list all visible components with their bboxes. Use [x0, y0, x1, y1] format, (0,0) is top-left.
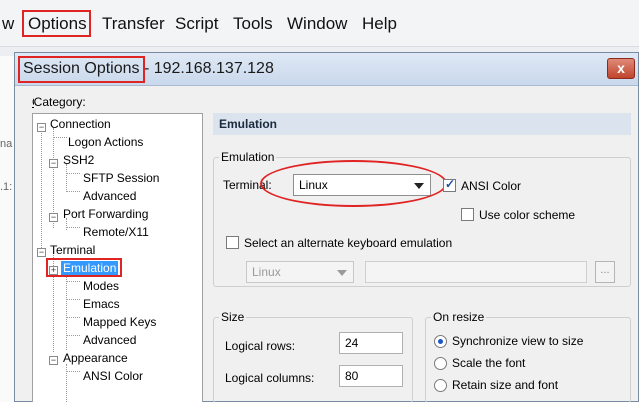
annotation-emulation-highlight	[46, 258, 122, 277]
menu-item-fragment[interactable]: w	[2, 14, 14, 34]
tree-item-appearance[interactable]: Appearance	[63, 351, 128, 365]
session-options-dialog: Session Options - 192.168.137.128 x CCat…	[14, 52, 639, 402]
menu-item-help[interactable]: Help	[362, 14, 397, 34]
close-button[interactable]: x	[607, 58, 635, 79]
annotation-terminal-ellipse	[260, 160, 447, 207]
close-icon: x	[617, 60, 625, 76]
tree-expander-ssh2[interactable]: −	[49, 159, 58, 168]
tree-expander-terminal[interactable]: −	[37, 248, 46, 257]
resize-option-retain-label: Retain size and font	[452, 378, 559, 392]
menu-item-transfer[interactable]: Transfer	[102, 14, 165, 34]
tree-item-logon-actions[interactable]: Logon Actions	[68, 135, 143, 149]
tree-item-advanced-ssh2[interactable]: Advanced	[83, 189, 136, 203]
resize-option-scale-font-radio[interactable]	[434, 357, 447, 370]
logical-rows-label: Logical rows:	[225, 339, 296, 353]
tree-expander-connection[interactable]: −	[37, 123, 46, 132]
alternate-keyboard-select[interactable]: Linux	[246, 261, 354, 283]
use-color-scheme-label: Use color scheme	[479, 208, 576, 222]
tree-item-remote-x11[interactable]: Remote/X11	[83, 225, 149, 239]
tree-expander-appearance[interactable]: −	[49, 356, 58, 365]
checkmark-icon: ✓	[445, 177, 456, 191]
menu-item-tools[interactable]: Tools	[233, 14, 273, 34]
tree-item-emacs[interactable]: Emacs	[83, 297, 120, 311]
browse-button[interactable]: ...	[595, 261, 615, 283]
use-color-scheme-checkbox[interactable]	[461, 208, 474, 221]
tree-expander-port-forwarding[interactable]: −	[49, 213, 58, 222]
resize-option-synchronize-label: Synchronize view to size	[452, 334, 584, 348]
alternate-keyboard-select-value: Linux	[252, 265, 281, 279]
category-tree[interactable]: − Connection Logon Actions − SSH2 SFTP S…	[32, 113, 203, 402]
ansi-color-checkbox[interactable]: ✓	[443, 177, 456, 192]
app-menubar: w Options Transfer Script Tools Window H…	[0, 0, 639, 48]
category-label: CCategory:	[32, 95, 86, 109]
on-resize-group-title: On resize	[431, 310, 487, 324]
annotation-options-highlight	[22, 10, 91, 37]
menu-item-window[interactable]: Window	[287, 14, 347, 34]
alternate-keyboard-checkbox[interactable]	[226, 236, 239, 249]
logical-columns-input[interactable]: 80	[339, 365, 403, 387]
dialog-title-ip: - 192.168.137.128	[139, 60, 274, 77]
category-label-text: Category:	[33, 95, 86, 109]
radio-selected-dot	[438, 339, 443, 344]
logical-columns-label: Logical columns:	[225, 371, 315, 385]
tree-item-ansi-color[interactable]: ANSI Color	[83, 369, 143, 383]
logical-rows-input[interactable]: 24	[339, 332, 403, 354]
chevron-down-icon	[337, 270, 347, 276]
background-window-edge: na .1:	[0, 56, 14, 402]
resize-option-synchronize-radio[interactable]	[434, 335, 447, 348]
tree-item-sftp-session[interactable]: SFTP Session	[83, 171, 159, 185]
tree-item-connection[interactable]: Connection	[50, 117, 111, 131]
tree-item-ssh2[interactable]: SSH2	[63, 153, 94, 167]
size-group	[213, 317, 413, 402]
resize-option-scale-font-label: Scale the font	[452, 356, 526, 370]
tree-item-port-forwarding[interactable]: Port Forwarding	[63, 207, 148, 221]
ansi-color-label: ANSI Color	[461, 179, 522, 193]
background-text-fragment: na	[0, 138, 13, 150]
resize-option-retain-radio[interactable]	[434, 379, 447, 392]
tree-item-advanced-terminal[interactable]: Advanced	[83, 333, 136, 347]
dialog-titlebar[interactable]: Session Options - 192.168.137.128 x	[15, 53, 638, 86]
emulation-group-title: Emulation	[219, 150, 277, 164]
background-text-fragment: .1:	[0, 181, 13, 193]
size-group-title: Size	[219, 310, 247, 324]
tree-item-modes[interactable]: Modes	[83, 279, 119, 293]
keyboard-file-input[interactable]	[365, 261, 587, 283]
annotation-title-highlight	[18, 56, 145, 83]
section-header: Emulation	[213, 113, 631, 135]
tree-item-terminal[interactable]: Terminal	[50, 243, 95, 257]
alternate-keyboard-label: Select an alternate keyboard emulation	[244, 236, 453, 250]
menu-item-script[interactable]: Script	[175, 14, 218, 34]
tree-item-mapped-keys[interactable]: Mapped Keys	[83, 315, 156, 329]
